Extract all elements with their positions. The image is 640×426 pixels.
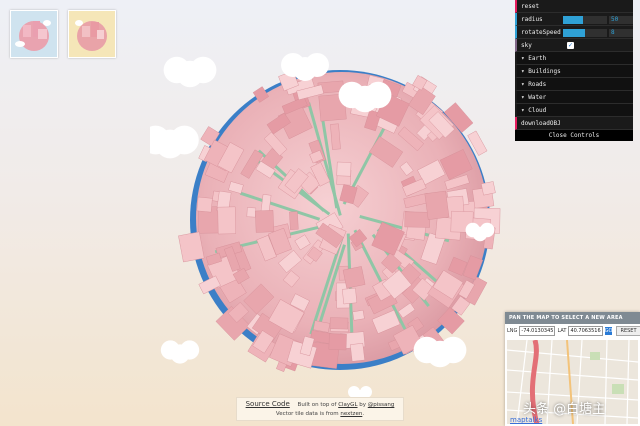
folder-roads[interactable]: ▾ Roads	[515, 78, 633, 91]
building	[246, 207, 257, 218]
building	[342, 266, 366, 289]
radius-control[interactable]: radius 50	[515, 13, 633, 26]
folder-buildings[interactable]: ▾ Buildings	[515, 65, 633, 78]
map-reset-button[interactable]: RESET	[616, 326, 640, 336]
sky-label: sky	[521, 41, 532, 49]
folder-cloud-label: ▾ Cloud	[521, 106, 547, 114]
rotate-speed-slider-fill	[563, 29, 585, 37]
cloud	[480, 222, 495, 238]
built-prefix: Built on top of	[297, 402, 337, 408]
maptalks-link[interactable]: maptalks	[510, 416, 542, 424]
lng-label: LNG	[507, 328, 518, 334]
folder-roads-label: ▾ Roads	[521, 80, 547, 88]
folder-buildings-label: ▾ Buildings	[521, 67, 561, 75]
building	[330, 123, 341, 150]
download-obj-label: downloadOBJ	[521, 119, 561, 127]
sky-control[interactable]: sky ✓	[515, 39, 633, 52]
radius-slider-fill	[563, 16, 583, 24]
cloud	[365, 81, 392, 109]
building	[481, 181, 496, 196]
watermark: 头条 @白塘主	[523, 402, 606, 417]
folder-cloud[interactable]: ▾ Cloud	[515, 104, 633, 117]
credits-line-2: Vector tile data is from nextzen.	[237, 410, 403, 419]
nextzen-link[interactable]: nextzen	[340, 411, 362, 417]
cloud	[305, 53, 329, 77]
go-button[interactable]: GO	[604, 327, 613, 335]
rotate-speed-label: rotateSpeed	[521, 28, 561, 36]
reset-control[interactable]: reset	[515, 0, 633, 13]
building	[289, 211, 299, 230]
credits-by: by	[359, 402, 367, 408]
source-code-link[interactable]: Source Code	[246, 400, 290, 408]
building	[336, 161, 352, 177]
building	[352, 309, 365, 321]
claygl-link[interactable]: ClayGL	[338, 402, 357, 408]
cloud	[170, 125, 199, 155]
building	[424, 190, 450, 220]
building	[255, 210, 275, 233]
folder-water[interactable]: ▾ Water	[515, 91, 633, 104]
building	[217, 206, 236, 235]
credits-line-1: Source Code Built on top of ClayGL by @p…	[237, 400, 403, 410]
folder-earth-label: ▾ Earth	[521, 54, 547, 62]
controls-panel: reset radius 50 rotateSpeed 8 sky ✓ ▾ Ea…	[515, 0, 633, 141]
map-panel-heading: PAN THE MAP TO SELECT A NEW AREA	[505, 312, 640, 324]
folder-earth[interactable]: ▾ Earth	[515, 52, 633, 65]
sky-checkbox[interactable]: ✓	[567, 42, 574, 49]
building	[328, 333, 347, 351]
lat-input[interactable]: 40.7063516	[568, 326, 603, 336]
rotate-speed-value[interactable]: 8	[609, 29, 633, 37]
city-thumbnail-blue[interactable]	[10, 10, 58, 58]
building	[342, 287, 358, 305]
building	[329, 317, 349, 330]
radius-label: radius	[521, 15, 543, 23]
rotate-speed-slider[interactable]	[563, 29, 607, 37]
check-icon: ✓	[568, 41, 573, 49]
radius-value[interactable]: 50	[609, 16, 633, 24]
building	[404, 211, 431, 228]
cloud	[440, 336, 467, 364]
cloud	[190, 56, 217, 84]
credits-box: Source Code Built on top of ClayGL by @p…	[236, 397, 404, 421]
vector-tile-prefix: Vector tile data is from	[275, 411, 339, 417]
cloud	[180, 340, 200, 360]
building	[350, 343, 365, 362]
reset-label: reset	[521, 2, 540, 10]
rotate-speed-control[interactable]: rotateSpeed 8	[515, 26, 633, 39]
radius-slider[interactable]	[563, 16, 607, 24]
close-controls-button[interactable]: Close Controls	[515, 130, 633, 141]
city-thumbnail-yellow[interactable]	[68, 10, 116, 58]
coordinate-row: LNG -74.0130345 LAT 40.7063516 GO RESET	[505, 324, 640, 338]
planet-city-view[interactable]	[141, 20, 510, 402]
lng-input[interactable]: -74.0130345	[519, 326, 556, 336]
credits-period: .	[362, 411, 365, 417]
author-link[interactable]: @pissang	[368, 402, 395, 408]
download-obj-control[interactable]: downloadOBJ	[515, 117, 633, 130]
building	[196, 196, 213, 213]
lat-label: LAT	[557, 328, 567, 334]
folder-water-label: ▾ Water	[521, 93, 547, 101]
